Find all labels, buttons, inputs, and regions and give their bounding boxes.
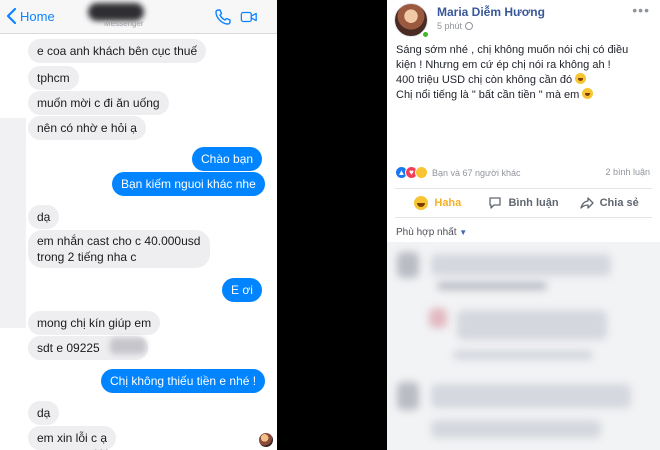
message-bubble-incoming: tphcm <box>28 66 79 90</box>
rofl-emoji-icon <box>582 88 594 99</box>
message-line: em nhắn cast cho c 40.000usd <box>37 234 201 248</box>
haha-reaction-icon <box>415 166 428 179</box>
comments-count[interactable]: 2 bình luận <box>605 167 650 177</box>
message-bubble-outgoing: Chị không thiếu tiền e nhé ! <box>101 369 266 393</box>
messenger-panel: Home Messenger e coa anh khách bên cục t… <box>0 0 277 450</box>
blurred-sidebar <box>0 118 26 328</box>
comment-label: Bình luận <box>508 197 559 209</box>
blurred-comment <box>453 350 593 360</box>
reactions-text: Bạn và 67 người khác <box>432 167 521 178</box>
message-bubble-outgoing: Chào bạn <box>192 147 263 171</box>
chevron-left-icon <box>6 7 17 25</box>
post-text: 400 triệu USD chị còn không cần đó <box>396 74 573 86</box>
comment-button[interactable]: Bình luận <box>481 189 567 217</box>
message-bubble-incoming-multiline: em nhắn cast cho c 40.000usd trong 2 tiế… <box>28 230 210 268</box>
seen-avatar <box>259 433 273 447</box>
blurred-comment <box>431 254 611 276</box>
message-bubble-incoming: muốn mời c đi ăn uống <box>28 91 169 115</box>
author-name[interactable]: Maria Diễm Hương <box>437 5 545 19</box>
haha-button[interactable]: Haha <box>395 189 481 217</box>
comment-sort-dropdown[interactable]: Phù hợp nhất ▼ <box>396 227 467 238</box>
message-bubble-incoming: nên có nhờ e hỏi ạ <box>28 116 146 140</box>
facebook-post: Maria Diễm Hương 5 phút ••• Sáng sớm nhé… <box>387 0 660 450</box>
share-button[interactable]: Chia sẻ <box>566 189 652 217</box>
message-bubble-incoming: e coa anh khách bên cục thuế <box>28 39 207 63</box>
post-text-line-with-emoji: 400 triệu USD chị còn không cần đó <box>396 73 587 87</box>
post-text-line: Sáng sớm nhé , chị không muốn nói chị có… <box>396 44 629 56</box>
caret-down-icon: ▼ <box>459 228 468 237</box>
blurred-comment <box>431 384 631 408</box>
post-timestamp[interactable]: 5 phút <box>437 21 474 31</box>
message-line: trong 2 tiếng nha c <box>37 250 137 264</box>
post-action-bar: Haha Bình luận Chia sẻ <box>395 188 652 218</box>
haha-icon <box>414 196 429 210</box>
post-text: Chị nổi tiếng là " bất cần tiền " mà em <box>396 89 580 101</box>
sort-label: Phù hợp nhất <box>396 227 457 238</box>
grinning-emoji-icon <box>575 73 587 84</box>
blurred-comment-avatar <box>429 308 447 328</box>
blurred-comments-area <box>387 242 660 450</box>
typing-indicator: • • • <box>94 446 108 450</box>
back-label: Home <box>20 8 55 24</box>
share-label: Chia sẻ <box>599 197 639 209</box>
video-camera-icon[interactable] <box>240 8 258 31</box>
phone-icon[interactable] <box>214 8 232 31</box>
more-options-icon[interactable]: ••• <box>632 2 650 18</box>
comment-icon <box>489 197 502 209</box>
blurred-comment-avatar <box>397 382 419 410</box>
share-icon <box>579 197 594 209</box>
messenger-header: Home Messenger <box>0 0 277 34</box>
back-button[interactable]: Home <box>6 7 55 25</box>
globe-icon <box>465 22 474 30</box>
post-time: 5 phút <box>437 21 463 31</box>
haha-label: Haha <box>434 197 462 209</box>
message-bubble-outgoing: E ơi <box>222 278 262 302</box>
blurred-comment <box>431 420 601 438</box>
header-subtitle: Messenger <box>104 19 144 28</box>
blurred-comment-avatar <box>397 252 419 278</box>
redacted-phone-number <box>110 338 146 354</box>
online-status-dot <box>421 30 430 39</box>
post-text-line: kiện ! Nhưng em cứ ép chị nói ra không a… <box>396 59 611 71</box>
message-bubble-incoming: dạ <box>28 401 60 425</box>
message-bubble-outgoing: Bạn kiếm nguoi khác nhe <box>112 172 265 196</box>
message-bubble-incoming: mong chị kín giúp em <box>28 311 161 335</box>
blurred-comment <box>437 282 547 290</box>
reactions-summary[interactable]: ▲ ♥ Bạn và 67 người khác <box>395 166 520 179</box>
message-bubble-incoming: dạ <box>28 205 60 229</box>
post-text-line-with-emoji: Chị nổi tiếng là " bất cần tiền " mà em <box>396 88 594 102</box>
blurred-comment <box>457 310 607 340</box>
